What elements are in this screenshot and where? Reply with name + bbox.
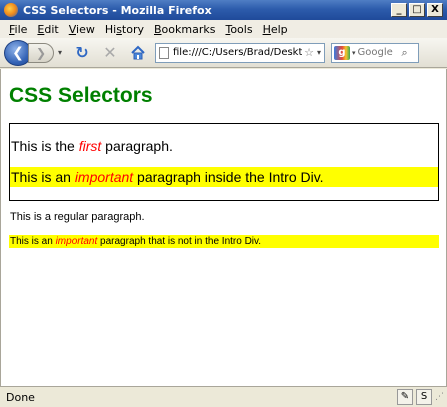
intro-important-paragraph: This is an important paragraph inside th…	[10, 167, 438, 187]
intro-div: This is the first paragraph. This is an …	[9, 123, 439, 201]
resize-grip-icon[interactable]: ⋰	[435, 389, 447, 405]
page-heading: CSS Selectors	[9, 84, 153, 107]
url-text[interactable]: file:///C:/Users/Brad/Desktop/C	[173, 47, 302, 58]
search-bar[interactable]: g ▾ ⌕	[331, 42, 419, 63]
search-input[interactable]	[357, 47, 402, 58]
search-engine-icon[interactable]: g	[334, 45, 350, 60]
minimize-button[interactable]: _	[391, 3, 407, 17]
url-dropdown-icon[interactable]: ▾	[317, 48, 321, 57]
addon-icon[interactable]: ✎	[397, 389, 413, 405]
home-icon[interactable]	[127, 42, 149, 64]
status-text: Done	[6, 390, 35, 404]
menu-view[interactable]: View	[64, 23, 100, 36]
outer-important-emphasis: important	[55, 236, 98, 247]
history-dropdown-icon[interactable]: ▾	[55, 48, 65, 57]
maximize-button[interactable]: □	[409, 3, 425, 17]
search-icon[interactable]: ⌕	[402, 46, 408, 60]
navigation-toolbar: ❮ ❯ ▾ ↻ ✕ file:///C:/Users/Brad/Desktop/…	[0, 38, 447, 68]
menu-edit[interactable]: Edit	[32, 23, 63, 36]
regular-paragraph: This is a regular paragraph.	[10, 211, 145, 223]
address-bar[interactable]: file:///C:/Users/Brad/Desktop/C ☆ ▾	[155, 42, 325, 63]
window-title-bar[interactable]: CSS Selectors - Mozilla Firefox _ □ X	[0, 0, 447, 20]
page-content[interactable]: CSS Selectors This is the first paragrap…	[0, 69, 447, 386]
bookmark-star-icon[interactable]: ☆	[304, 46, 314, 59]
search-engine-dropdown-icon[interactable]: ▾	[352, 49, 356, 57]
status-bar: Done ✎ S ⋰	[0, 386, 447, 407]
menu-tools[interactable]: Tools	[220, 23, 257, 36]
s-addon-icon[interactable]: S	[416, 389, 432, 405]
menu-history[interactable]: History	[100, 23, 149, 36]
reload-icon[interactable]: ↻	[71, 42, 93, 64]
outer-important-paragraph: This is an important paragraph that is n…	[9, 235, 439, 248]
menu-bookmarks[interactable]: Bookmarks	[149, 23, 220, 36]
important-emphasis: important	[74, 169, 134, 185]
menu-bar: File Edit View History Bookmarks Tools H…	[0, 20, 447, 38]
first-emphasis: first	[78, 138, 102, 154]
window-controls: _ □ X	[391, 3, 443, 17]
firefox-icon	[4, 3, 18, 17]
page-icon	[159, 46, 169, 59]
window-title: CSS Selectors - Mozilla Firefox	[23, 3, 212, 17]
menu-file[interactable]: File	[4, 23, 32, 36]
close-button[interactable]: X	[427, 3, 443, 17]
menu-help[interactable]: Help	[258, 23, 293, 36]
forward-button[interactable]: ❯	[28, 42, 54, 63]
first-paragraph: This is the first paragraph.	[11, 138, 173, 154]
stop-icon[interactable]: ✕	[99, 42, 121, 64]
